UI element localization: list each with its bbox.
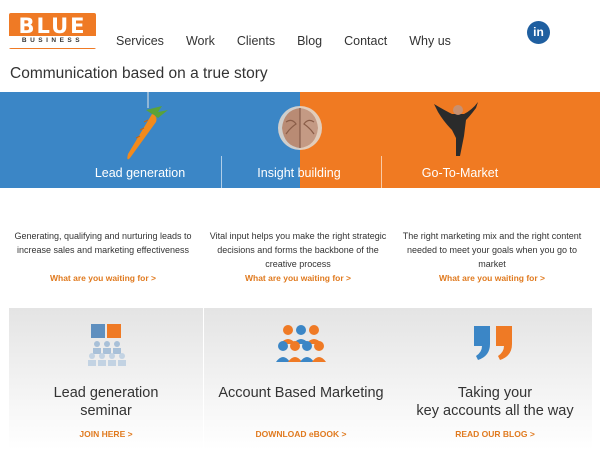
brain-icon — [278, 106, 322, 150]
banner-label-go-to-market[interactable]: Go-To-Market — [380, 166, 540, 180]
card-title: Taking your key accounts all the way — [398, 384, 592, 420]
nav-clients[interactable]: Clients — [237, 34, 275, 48]
nav-contact[interactable]: Contact — [344, 34, 387, 48]
linkedin-icon[interactable]: in — [527, 21, 550, 44]
main-nav: Services Work Clients Blog Contact Why u… — [116, 34, 473, 48]
card-lead-generation-seminar[interactable]: Lead generation seminar JOIN HERE > — [9, 308, 203, 450]
column-link-lead-generation[interactable]: What are you waiting for > — [8, 273, 198, 283]
download-ebook-link[interactable]: DOWNLOAD eBOOK > — [204, 429, 398, 439]
diver-icon — [434, 102, 478, 156]
nav-work[interactable]: Work — [186, 34, 215, 48]
banner-label-insight-building[interactable]: Insight building — [219, 166, 379, 180]
card-title: Account Based Marketing — [204, 384, 398, 402]
card-title: Lead generation seminar — [9, 384, 203, 420]
seminar-icon — [88, 324, 126, 366]
card-title-line-2: seminar — [80, 403, 132, 419]
banner-label-lead-generation[interactable]: Lead generation — [60, 166, 220, 180]
people-group-icon — [276, 325, 326, 362]
page-tagline: Communication based on a true story — [10, 65, 268, 82]
card-account-based-marketing[interactable]: Account Based Marketing DOWNLOAD eBOOK > — [204, 308, 398, 450]
logo-main-text: BLUE — [18, 14, 87, 38]
logo-sub-text: BUSINESS — [21, 37, 84, 44]
quote-icon — [474, 326, 512, 360]
column-link-insight-building[interactable]: What are you waiting for > — [203, 273, 393, 283]
card-title-line-1: Lead generation — [53, 385, 159, 401]
card-title-line-1: Account Based Marketing — [218, 385, 384, 401]
card-title-line-1: Taking your — [457, 385, 533, 401]
hero-banner: Lead generation Insight building Go-To-M… — [0, 92, 600, 188]
join-here-link[interactable]: JOIN HERE > — [9, 429, 203, 439]
nav-services[interactable]: Services — [116, 34, 164, 48]
carrot-icon — [127, 92, 168, 160]
card-title-line-2: key accounts all the way — [416, 403, 574, 419]
column-text-insight-building: Vital input helps you make the right str… — [209, 231, 387, 269]
card-key-accounts[interactable]: Taking your key accounts all the way REA… — [398, 308, 592, 450]
nav-blog[interactable]: Blog — [297, 34, 322, 48]
column-text-lead-generation: Generating, qualifying and nurturing lea… — [14, 231, 192, 255]
nav-why-us[interactable]: Why us — [409, 34, 451, 48]
column-text-go-to-market: The right marketing mix and the right co… — [402, 231, 582, 269]
column-link-go-to-market[interactable]: What are you waiting for > — [397, 273, 587, 283]
read-our-blog-link[interactable]: READ OUR BLOG > — [398, 429, 592, 439]
